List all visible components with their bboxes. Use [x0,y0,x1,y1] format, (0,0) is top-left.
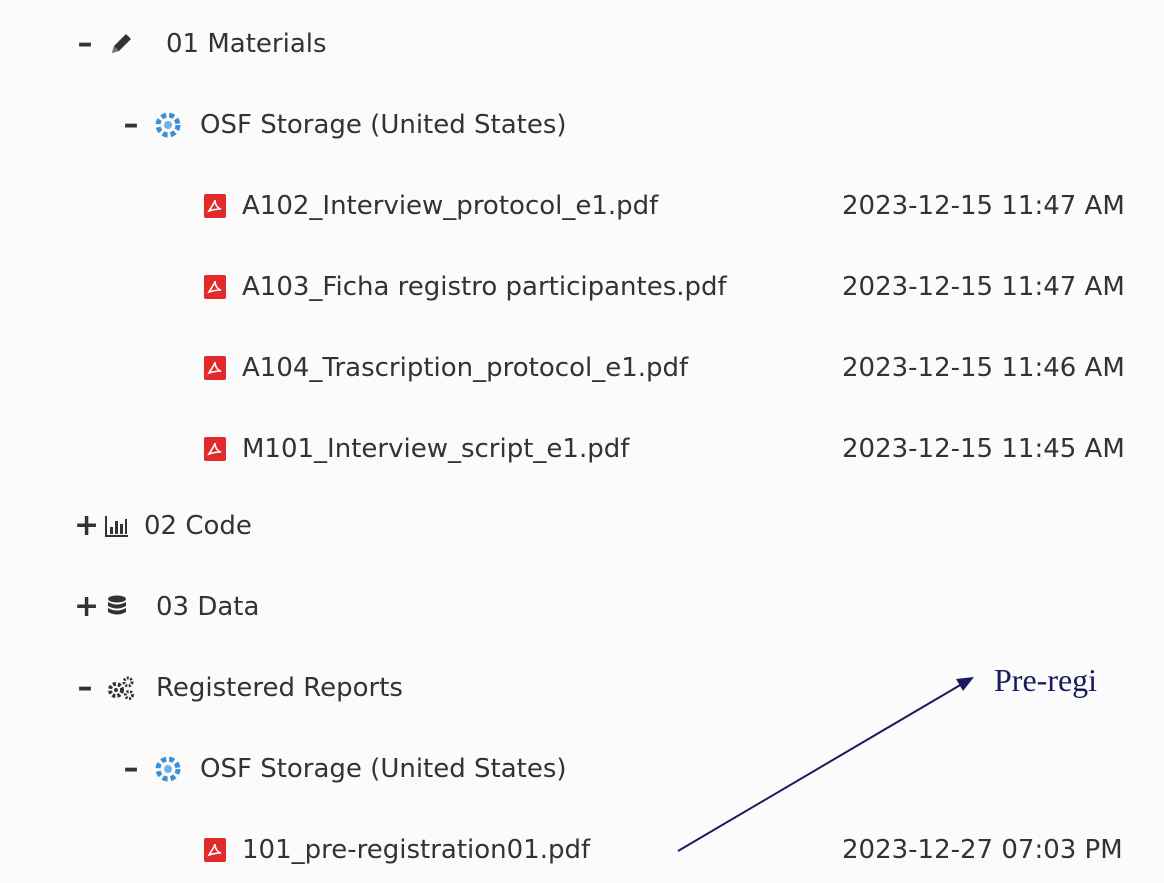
annotation-text: Pre-regi [994,662,1098,698]
annotation-arrow [677,677,974,852]
